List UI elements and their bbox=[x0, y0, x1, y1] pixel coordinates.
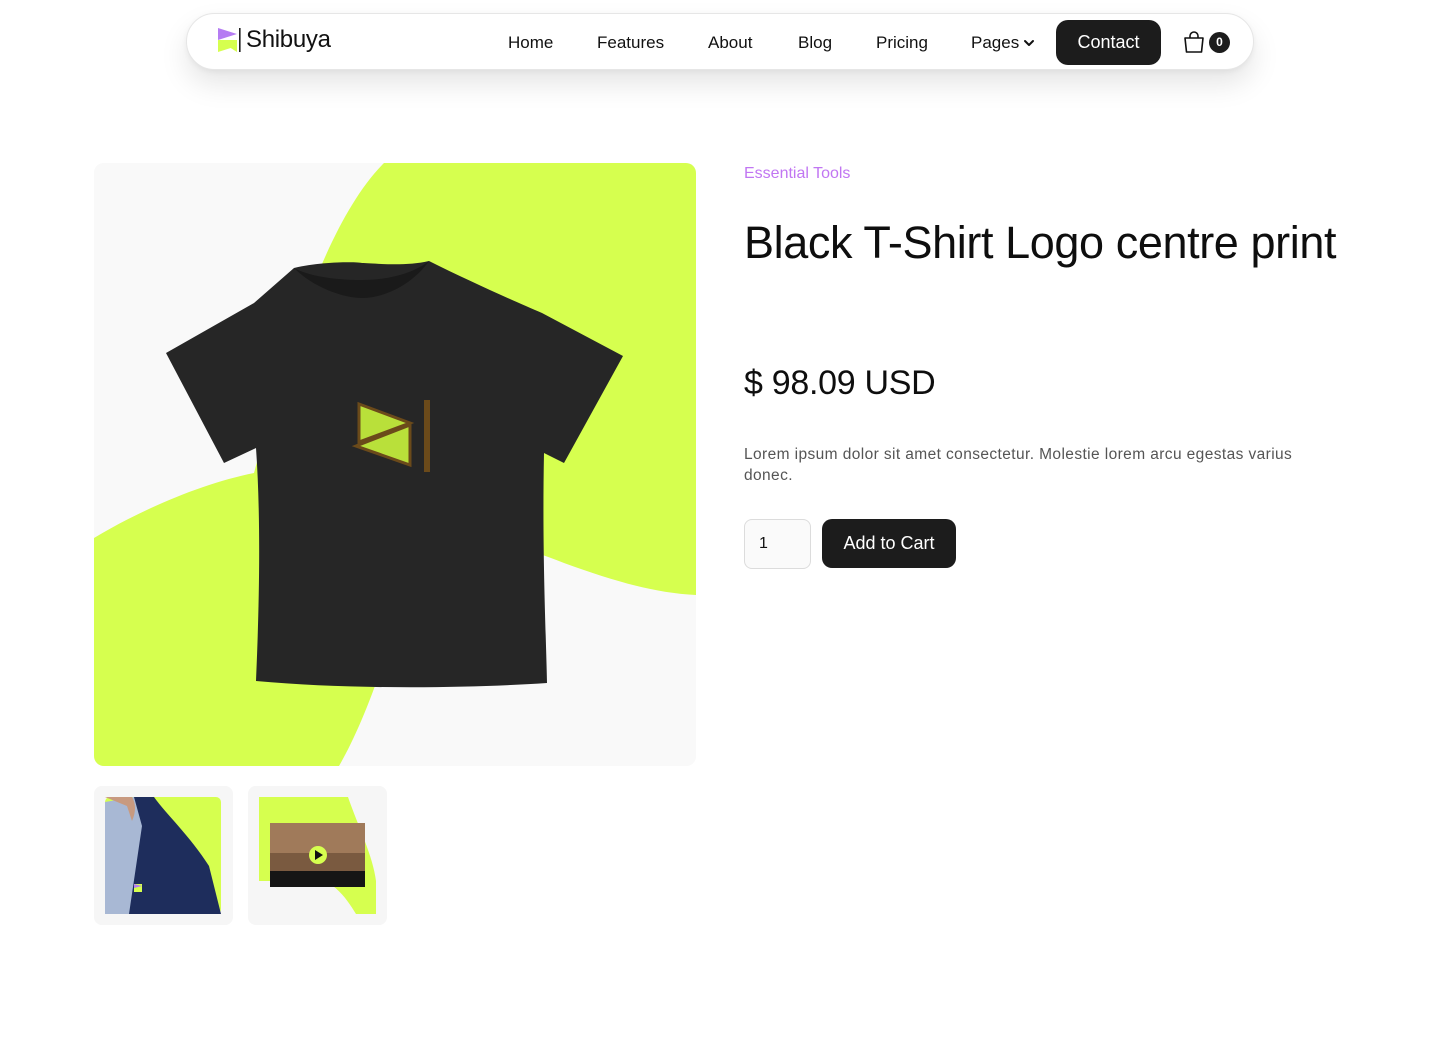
product-main-image[interactable] bbox=[94, 163, 696, 766]
chevron-down-icon bbox=[1024, 40, 1035, 46]
cart-count-badge: 0 bbox=[1209, 31, 1230, 53]
nav-blog[interactable]: Blog bbox=[798, 33, 832, 53]
contact-button[interactable]: Contact bbox=[1056, 20, 1161, 65]
product-price: $ 98.09 USD bbox=[744, 364, 936, 402]
quantity-input[interactable] bbox=[744, 519, 811, 569]
product-category[interactable]: Essential Tools bbox=[744, 165, 850, 183]
nav-about[interactable]: About bbox=[708, 33, 752, 53]
nav-pages-label: Pages bbox=[971, 33, 1020, 52]
nav-home[interactable]: Home bbox=[508, 33, 553, 53]
product-title: Black T-Shirt Logo centre print bbox=[744, 217, 1337, 268]
nav-pages-dropdown[interactable]: Pages bbox=[971, 33, 1035, 53]
add-to-cart-button[interactable]: Add to Cart bbox=[822, 519, 956, 568]
product-description: Lorem ipsum dolor sit amet consectetur. … bbox=[744, 446, 1293, 484]
thumbnail-video[interactable] bbox=[248, 786, 387, 925]
cart-button[interactable]: 0 bbox=[1182, 30, 1230, 54]
thumbnail-person-jacket[interactable] bbox=[94, 786, 233, 925]
nav-features[interactable]: Features bbox=[597, 33, 664, 53]
navbar: Shibuya Home Features About Blog Pricing… bbox=[186, 13, 1254, 70]
shopping-bag-icon bbox=[1184, 31, 1204, 53]
nav-pricing[interactable]: Pricing bbox=[876, 33, 928, 53]
